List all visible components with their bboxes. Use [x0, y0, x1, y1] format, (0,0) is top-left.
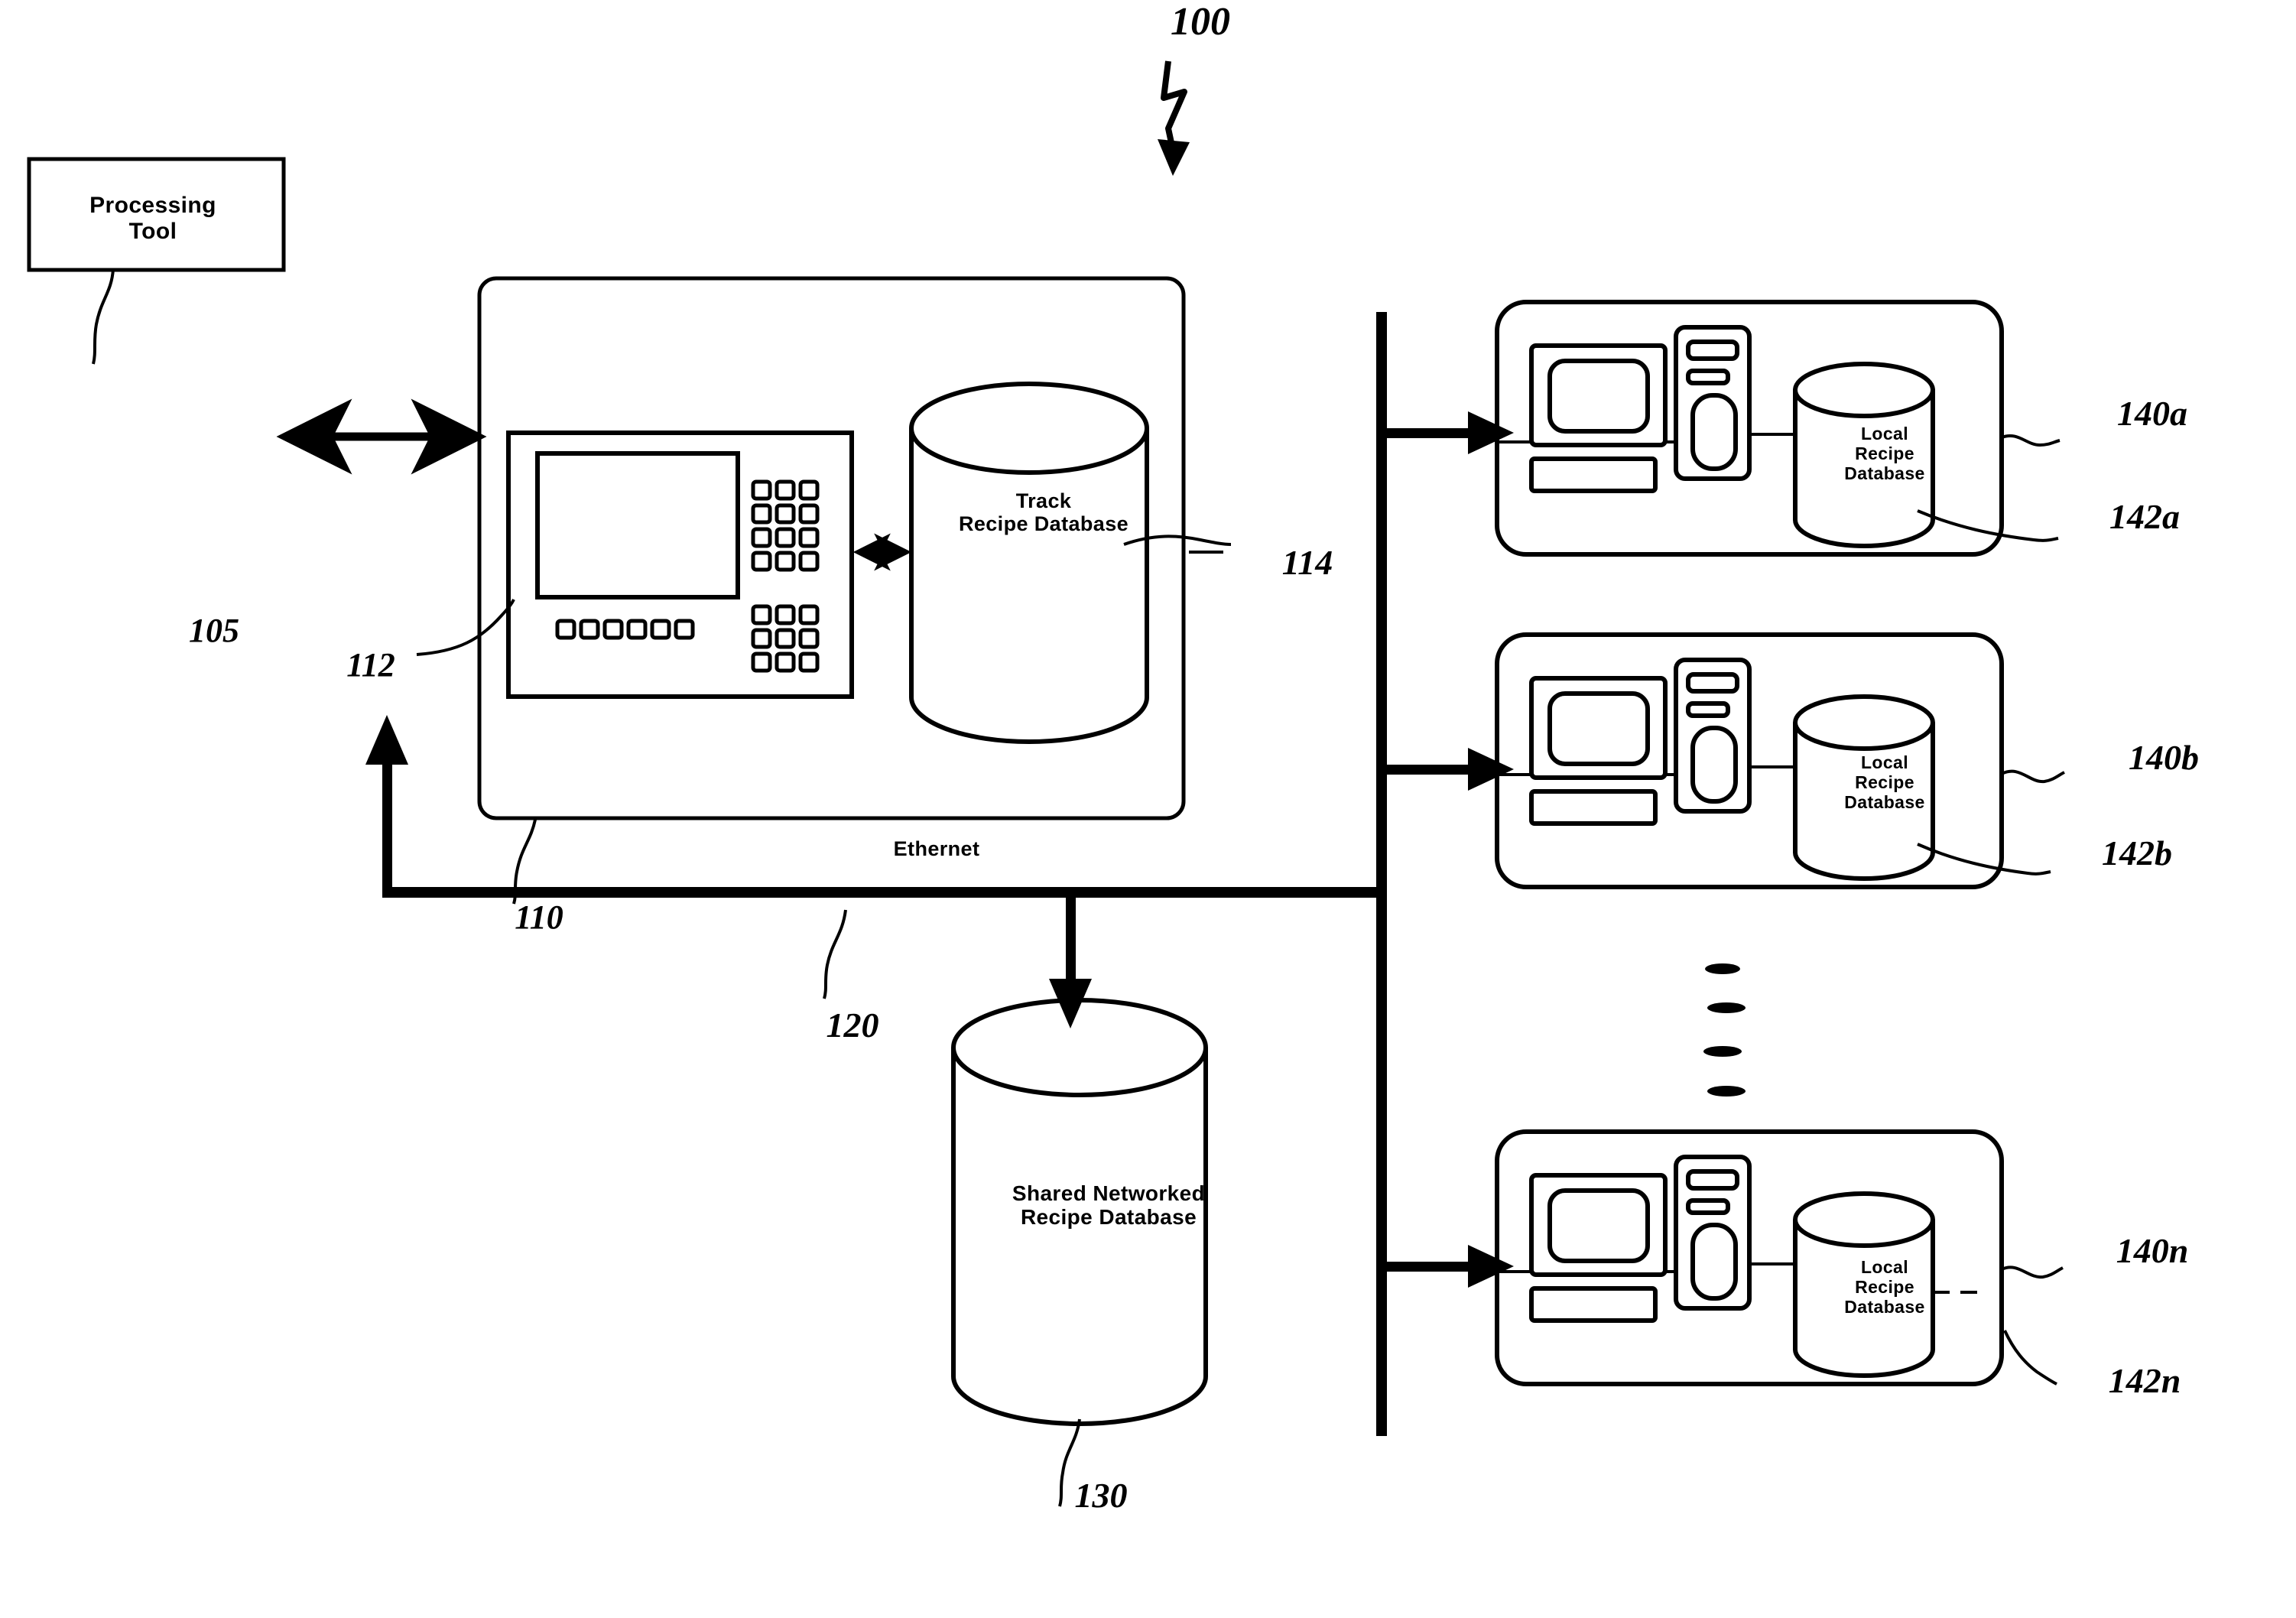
reference-numeral-112: 112: [346, 646, 395, 684]
reference-numeral-105: 105: [189, 612, 239, 649]
reference-numeral-140n: 140n: [2116, 1231, 2189, 1270]
leader-140b: [2001, 769, 2065, 784]
leader-140a: [2001, 434, 2061, 447]
terminal-keypad-upper: [751, 479, 820, 572]
leader-140n: [2001, 1265, 2064, 1279]
shared-networked-database-label: Shared Networked Recipe Database: [1012, 1181, 1206, 1230]
track-recipe-database-label: Track Recipe Database: [958, 489, 1129, 536]
reference-numeral-100: 100: [1171, 0, 1230, 44]
reference-numeral-120: 120: [826, 1006, 879, 1045]
reference-numeral-114: 114: [1281, 543, 1333, 582]
reference-numeral-140b: 140b: [2129, 738, 2199, 777]
leader-105: [92, 268, 115, 365]
ethernet-label: Ethernet: [893, 837, 980, 860]
leader-120: [823, 909, 847, 999]
terminal-softkey-row: [555, 619, 695, 640]
reference-numeral-142a: 142a: [2109, 497, 2180, 536]
figure-canvas: Processing Tool Track Recipe Database Sh…: [0, 0, 2296, 1618]
terminal-keypad-lower: [751, 604, 820, 673]
figure-ref-arrow: [1158, 60, 1190, 176]
leader-142n: [2003, 1330, 2057, 1386]
local-recipe-database-label-n: Local Recipe Database: [1844, 1257, 1925, 1317]
reference-numeral-130: 130: [1074, 1476, 1128, 1515]
leader-142b: [1917, 843, 2051, 876]
leader-142a: [1917, 509, 2059, 542]
ellipsis-marks: [1703, 963, 1746, 1097]
local-recipe-database-label-b: Local Recipe Database: [1844, 752, 1925, 812]
track-terminal: [506, 430, 854, 699]
reference-numeral-142n: 142n: [2108, 1361, 2181, 1400]
reference-numeral-140a: 140a: [2117, 394, 2187, 433]
track-recipe-database-cylinder: [909, 382, 1149, 744]
reference-numeral-142b: 142b: [2102, 833, 2172, 872]
reference-numeral-110: 110: [515, 898, 563, 936]
local-recipe-database-label-a: Local Recipe Database: [1844, 424, 1925, 483]
network-trunk-vertical: [1376, 312, 1387, 1436]
processing-tool-label: Processing Tool: [89, 193, 216, 244]
leader-114: [1123, 534, 1232, 546]
